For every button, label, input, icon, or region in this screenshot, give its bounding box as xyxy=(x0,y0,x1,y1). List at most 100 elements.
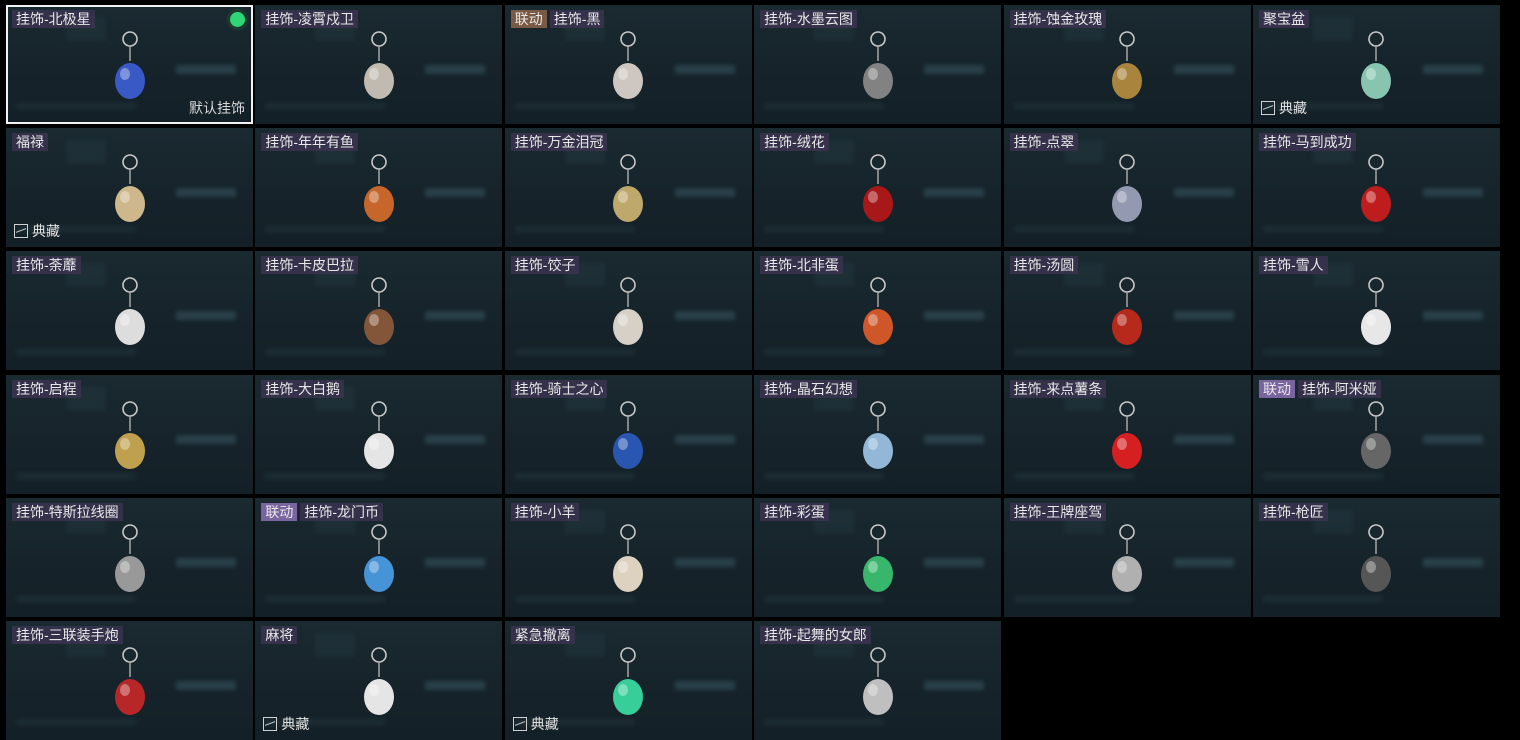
charm-card[interactable]: 挂饰-启程 xyxy=(6,374,253,494)
background-streak xyxy=(1173,557,1234,567)
crown-charm-icon xyxy=(598,150,658,245)
charm-card[interactable]: 挂饰-起舞的女郎 xyxy=(754,620,1002,740)
charm-grid: 挂饰-北极星 默认挂饰 挂饰-凌霄戍卫 联动 挂饰-黑 挂饰-水墨云图 挂饰-蚀金玫瑰 聚宝盆… xyxy=(6,5,1500,740)
collection-icon xyxy=(512,716,527,731)
background-streak xyxy=(176,434,236,444)
charm-card[interactable]: 联动 挂饰-阿米娅 xyxy=(1252,374,1500,494)
default-charm-label: 默认挂饰 xyxy=(189,100,245,116)
charm-name: 挂饰-启程 xyxy=(12,379,81,398)
charm-card[interactable]: 挂饰-卡皮巴拉 xyxy=(255,251,503,371)
collection-badge: 典藏 xyxy=(1260,98,1307,118)
charm-name: 挂饰-三联装手炮 xyxy=(12,625,123,644)
background-streak xyxy=(924,311,985,321)
charm-card[interactable]: 挂饰-北非蛋 xyxy=(754,251,1002,371)
background-streak xyxy=(674,680,735,690)
charm-card[interactable]: 挂饰-年年有鱼 xyxy=(255,128,503,248)
charm-card[interactable]: 挂饰-小羊 xyxy=(504,497,752,617)
charm-name: 挂饰-点翠 xyxy=(1009,133,1079,152)
charm-name-row: 挂饰-三联装手炮 xyxy=(12,625,123,644)
fish-charm-icon xyxy=(349,150,409,245)
easter-egg-charm-icon xyxy=(848,520,908,615)
charm-name-row: 联动 挂饰-黑 xyxy=(510,10,605,28)
charm-name: 挂饰-小羊 xyxy=(510,502,580,521)
background-streak xyxy=(674,188,735,198)
charm-card[interactable]: 挂饰-汤圆 xyxy=(1003,251,1251,371)
charm-card[interactable]: 挂饰-蚀金玫瑰 xyxy=(1003,5,1251,124)
charm-card[interactable]: 挂饰-雪人 xyxy=(1252,251,1500,371)
charm-card[interactable]: 挂饰-大白鹅 xyxy=(255,374,503,494)
charm-card[interactable]: 挂饰-马到成功 xyxy=(1252,128,1500,248)
charm-card[interactable]: 聚宝盆 典藏 xyxy=(1252,5,1500,124)
charm-name: 挂饰-骑士之心 xyxy=(510,379,608,398)
background-streak xyxy=(1422,434,1483,444)
charm-card[interactable]: 挂饰-饺子 xyxy=(504,251,752,371)
collection-label: 典藏 xyxy=(530,715,559,732)
background-streak xyxy=(1173,434,1234,444)
charm-name: 挂饰-北极星 xyxy=(12,10,95,28)
charm-card[interactable]: 挂饰-彩蛋 xyxy=(754,497,1002,617)
charm-name-row: 挂饰-小羊 xyxy=(510,502,580,521)
charm-name-row: 挂饰-卡皮巴拉 xyxy=(261,256,359,275)
background-streak xyxy=(176,188,236,198)
charm-name-row: 挂饰-绒花 xyxy=(760,133,829,152)
charm-name-row: 挂饰-雪人 xyxy=(1258,256,1328,275)
charm-card[interactable]: 挂饰-来点薯条 xyxy=(1003,374,1251,494)
background-streak xyxy=(176,65,236,74)
jet-plane-charm-icon xyxy=(1097,520,1157,615)
background-streak xyxy=(924,434,985,444)
charm-card[interactable]: 联动 挂饰-龙门币 xyxy=(255,497,503,617)
charm-name: 挂饰-蚀金玫瑰 xyxy=(1009,10,1107,28)
background-streak xyxy=(924,188,985,198)
background-streak xyxy=(1422,188,1483,198)
background-streak xyxy=(924,65,985,74)
charm-card[interactable]: 联动 挂饰-黑 xyxy=(504,5,752,124)
charm-card[interactable]: 挂饰-枪匠 xyxy=(1252,497,1500,617)
charm-name-row: 挂饰-凌霄戍卫 xyxy=(261,10,359,28)
charm-name-row: 挂饰-枪匠 xyxy=(1258,502,1328,521)
charm-name-row: 挂饰-荼蘼 xyxy=(12,256,81,275)
collection-icon xyxy=(263,716,278,731)
background-streak xyxy=(1173,188,1234,198)
charm-name-row: 挂饰-年年有鱼 xyxy=(261,133,359,152)
charm-name: 挂饰-汤圆 xyxy=(1009,256,1079,275)
charm-card[interactable]: 挂饰-凌霄戍卫 xyxy=(255,5,503,124)
charm-card[interactable]: 挂饰-绒花 xyxy=(754,128,1002,248)
background-streak xyxy=(674,434,735,444)
charm-card[interactable]: 紧急撤离 典藏 xyxy=(504,620,752,740)
charm-name-row: 联动 挂饰-龙门币 xyxy=(261,502,384,521)
background-streak xyxy=(176,680,236,690)
charm-card[interactable]: 挂饰-水墨云图 xyxy=(754,5,1002,124)
charm-name-row: 挂饰-彩蛋 xyxy=(760,502,829,521)
charm-name-row: 挂饰-晶石幻想 xyxy=(760,379,857,398)
treasure-bowl-charm-icon xyxy=(1346,27,1406,122)
charm-name: 挂饰-马到成功 xyxy=(1258,133,1356,152)
charm-card[interactable]: 挂饰-王牌座驾 xyxy=(1003,497,1251,617)
gourd-charm-icon xyxy=(100,150,160,245)
charm-name-row: 挂饰-饺子 xyxy=(510,256,580,275)
charm-card[interactable]: 挂饰-特斯拉线圈 xyxy=(6,497,253,617)
charm-card[interactable]: 挂饰-晶石幻想 xyxy=(754,374,1002,494)
charm-name: 挂饰-年年有鱼 xyxy=(261,133,359,152)
background-streak xyxy=(924,557,985,567)
collection-label: 典藏 xyxy=(281,715,310,732)
charm-name-row: 挂饰-点翠 xyxy=(1009,133,1079,152)
charm-name: 挂饰-龙门币 xyxy=(300,502,384,521)
background-streak xyxy=(425,65,486,74)
charm-card[interactable]: 麻将典藏 xyxy=(255,620,503,740)
charm-card[interactable]: 挂饰-北极星默认挂饰 xyxy=(6,5,253,124)
charm-card[interactable]: 福禄 典藏 xyxy=(6,128,253,248)
charm-name-row: 麻将 xyxy=(261,625,298,644)
charm-name-row: 挂饰-北极星 xyxy=(12,10,95,28)
charm-card[interactable]: 挂饰-骑士之心 xyxy=(504,374,752,494)
dancing-lady-charm-icon xyxy=(848,643,908,738)
equipped-indicator-icon xyxy=(230,12,245,27)
charm-card[interactable]: 挂饰-点翠 xyxy=(1003,128,1251,248)
emergency-exit-charm-icon xyxy=(598,643,658,738)
charm-card[interactable]: 挂饰-荼蘼 xyxy=(6,251,253,371)
background-streak xyxy=(674,311,735,321)
charm-name: 挂饰-大白鹅 xyxy=(261,379,345,398)
compass-medal-charm-icon xyxy=(100,397,160,492)
charm-card[interactable]: 挂饰-三联装手炮 xyxy=(6,620,253,740)
charm-card[interactable]: 挂饰-万金泪冠 xyxy=(504,128,752,248)
collection-badge: 典藏 xyxy=(512,714,559,734)
